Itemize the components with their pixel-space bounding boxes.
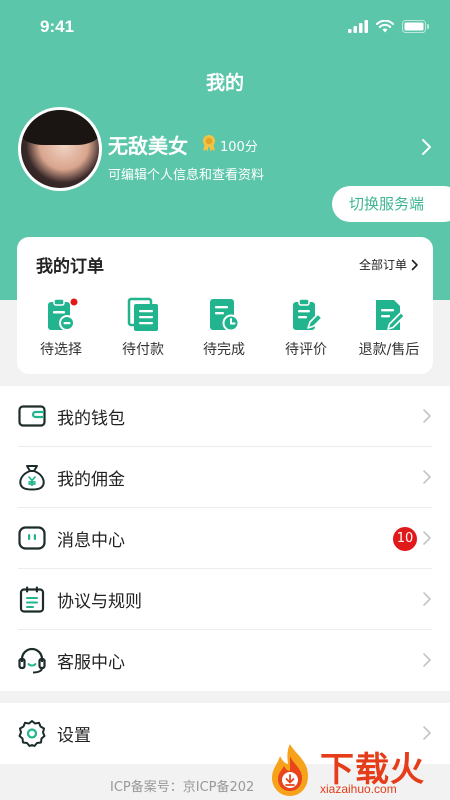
chevron-right-icon: [411, 259, 418, 270]
menu-item-customer-service[interactable]: 客服中心: [0, 630, 450, 691]
medal-icon: [203, 135, 215, 152]
order-pending-select[interactable]: 待选择: [21, 297, 101, 359]
status-icons: [348, 20, 430, 33]
document-pencil-icon: [376, 300, 406, 330]
points-value: 100分: [220, 140, 258, 155]
watermark: 下载火 xiazaihuo.com: [262, 740, 450, 800]
headset-icon: [18, 647, 46, 674]
signal-icon: [348, 20, 368, 33]
chevron-right-icon: [423, 470, 431, 484]
chevron-right-icon: [423, 726, 431, 740]
avatar-image: [21, 110, 99, 188]
menu-label: 设置: [57, 726, 91, 746]
clipboard-minus-icon: [48, 298, 78, 331]
money-bag-icon: [19, 465, 45, 491]
menu-item-messages[interactable]: 消息中心 10: [0, 508, 450, 569]
order-label: 待完成: [203, 342, 245, 358]
status-time: 9:41: [40, 17, 75, 36]
chevron-right-icon: [423, 531, 431, 545]
menu-label: 我的佣金: [57, 470, 125, 490]
message-icon: [18, 526, 46, 550]
menu-label: 消息中心: [57, 531, 125, 551]
watermark-domain: xiazaihuo.com: [320, 782, 397, 796]
user-name[interactable]: 无敌美女: [108, 130, 188, 159]
order-pending-review[interactable]: 待评价: [266, 297, 346, 359]
page-title: 我的: [205, 72, 244, 94]
menu-label: 客服中心: [57, 653, 125, 673]
orders-title: 我的订单: [36, 257, 104, 277]
chevron-right-icon[interactable]: [418, 138, 434, 156]
menu-label: 协议与规则: [57, 592, 142, 612]
menu-label: 我的钱包: [57, 409, 125, 429]
order-pending-payment[interactable]: 待付款: [103, 297, 183, 359]
chevron-right-icon: [423, 592, 431, 606]
menu-item-commission[interactable]: 我的佣金: [0, 447, 450, 508]
document-clock-icon: [210, 299, 240, 332]
menu-item-agreements[interactable]: 协议与规则: [0, 569, 450, 630]
menu-list: 我的钱包 我的佣金 消息中心 10 协议与规则 客服中心: [0, 386, 450, 691]
order-label: 退款/售后: [358, 342, 420, 358]
order-label: 待选择: [40, 342, 82, 358]
battery-icon: [402, 20, 429, 33]
unread-badge: 10: [393, 527, 417, 551]
flame-logo-icon: [272, 744, 308, 796]
clipboard-edit-icon: [293, 298, 323, 330]
switch-service-button[interactable]: 切换服务端: [332, 186, 450, 222]
chevron-right-icon: [423, 653, 431, 667]
order-label: 待付款: [122, 342, 164, 358]
all-orders-label: 全部订单: [358, 258, 407, 272]
calendar-list-icon: [19, 586, 45, 613]
all-orders-link[interactable]: 全部订单: [359, 256, 419, 273]
menu-item-wallet[interactable]: 我的钱包: [0, 386, 450, 447]
profile-subtitle[interactable]: 可编辑个人信息和查看资料: [108, 164, 264, 183]
status-bar: 9:41: [0, 0, 450, 54]
avatar[interactable]: [18, 107, 102, 191]
orders-card: 我的订单 全部订单 待选择 待付款 待完成 待评价 退款/售后: [17, 237, 433, 374]
order-pending-complete[interactable]: 待完成: [184, 297, 264, 359]
order-label: 待评价: [285, 342, 327, 358]
document-stack-icon: [127, 297, 158, 331]
icp-record: ICP备案号：京ICP备202: [110, 780, 255, 795]
chevron-right-icon: [423, 409, 431, 423]
gear-icon: [18, 720, 46, 747]
wifi-icon: [376, 20, 394, 33]
order-refund-aftersale[interactable]: 退款/售后: [349, 297, 429, 359]
wallet-icon: [18, 405, 46, 427]
